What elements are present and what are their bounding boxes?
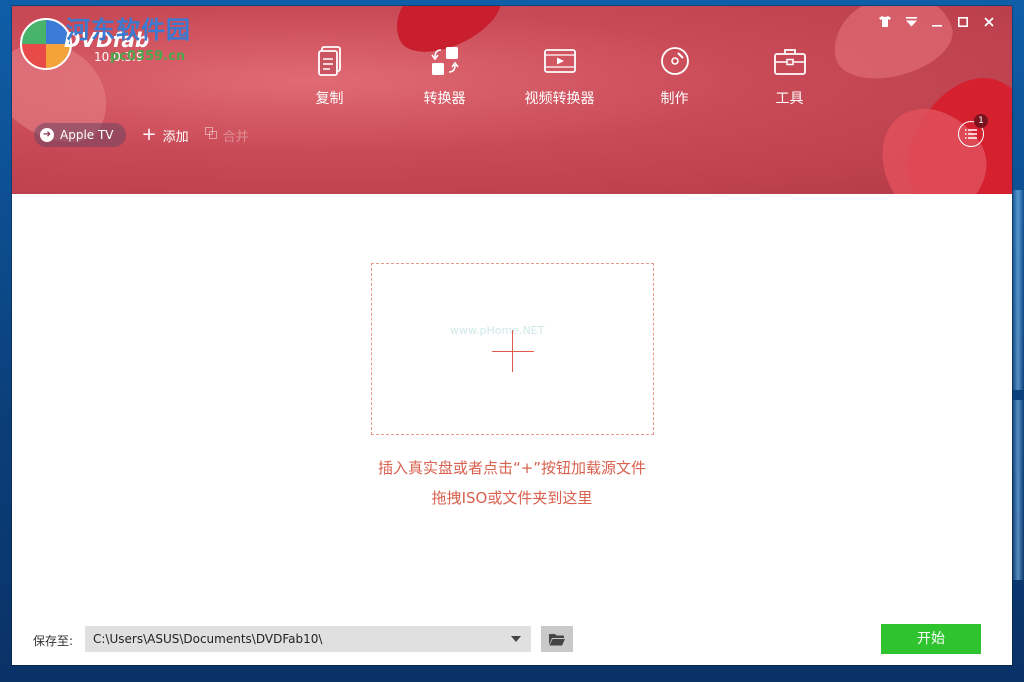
watermark-url: pc0359.cn (110, 49, 186, 64)
nav-label: 工具 (775, 91, 804, 107)
desktop-streak (1012, 190, 1024, 390)
device-profile-button[interactable]: ➜ Apple TV (34, 123, 126, 147)
copy-icon (272, 44, 387, 78)
close-icon[interactable] (978, 14, 1000, 32)
add-label: 添加 (162, 129, 189, 145)
load-hint-line2: 拖拽ISO或文件夹到这里 (431, 489, 593, 507)
window-controls (874, 14, 1000, 32)
chevron-down-icon[interactable] (511, 636, 521, 642)
nav-label: 制作 (660, 91, 689, 107)
queue-count-badge: 1 (974, 114, 988, 128)
nav-copy[interactable]: 复制 (272, 44, 387, 108)
folder-icon (549, 633, 565, 645)
watermark-title: 河东软件园 (66, 16, 191, 44)
nav-label: 转换器 (423, 91, 466, 107)
merge-icon (204, 127, 217, 143)
source-drop-zone[interactable]: www.pHome.NET (371, 263, 654, 435)
start-button[interactable]: 开始 (881, 624, 981, 654)
browse-folder-button[interactable] (541, 626, 573, 652)
main-nav: 复制 转换器 视频转换器 制作 工具 (272, 44, 847, 108)
output-path-select[interactable]: C:\Users\ASUS\Documents\DVDFab10\ (85, 626, 531, 652)
merge-label: 合并 (222, 129, 249, 145)
nav-video-converter[interactable]: 视频转换器 (502, 44, 617, 108)
dropdown-icon[interactable] (900, 14, 922, 32)
toolbar: ➜ Apple TV + 添加 合并 (34, 123, 249, 147)
creator-icon (617, 44, 732, 78)
save-to-label: 保存至: (33, 634, 74, 648)
video-converter-icon (502, 44, 617, 78)
plus-icon: + (141, 124, 157, 145)
load-hint-line1: 插入真实盘或者点击“+”按钮加载源文件 (377, 459, 647, 477)
app-window: DVDfab 河东软件园 10.0.3.9 pc0359.cn 复制 转换器 视… (12, 6, 1012, 665)
add-source-plus-icon[interactable] (492, 351, 534, 352)
output-path-value: C:\Users\ASUS\Documents\DVDFab10\ (93, 632, 323, 646)
nav-creator[interactable]: 制作 (617, 44, 732, 108)
add-button[interactable]: + 添加 (142, 126, 189, 145)
dropzone-watermark: www.pHome.NET (450, 324, 545, 337)
minimize-icon[interactable] (926, 14, 948, 32)
list-icon (965, 129, 977, 139)
header-banner: DVDfab 河东软件园 10.0.3.9 pc0359.cn 复制 转换器 视… (12, 6, 1012, 194)
converter-icon (387, 44, 502, 78)
skin-icon[interactable] (874, 14, 896, 32)
desktop-streak (1012, 400, 1024, 580)
device-profile-label: Apple TV (60, 128, 114, 142)
merge-button[interactable]: 合并 (204, 126, 249, 145)
bottom-bar: 保存至: C:\Users\ASUS\Documents\DVDFab10\ 开… (12, 624, 1012, 660)
nav-label: 复制 (315, 91, 344, 107)
add-source-plus-icon[interactable] (512, 330, 513, 372)
nav-tools[interactable]: 工具 (732, 44, 847, 108)
nav-converter[interactable]: 转换器 (387, 44, 502, 108)
arrow-right-icon: ➜ (40, 128, 54, 142)
maximize-icon[interactable] (952, 14, 974, 32)
nav-label: 视频转换器 (524, 91, 595, 107)
toolbox-icon (732, 44, 847, 78)
